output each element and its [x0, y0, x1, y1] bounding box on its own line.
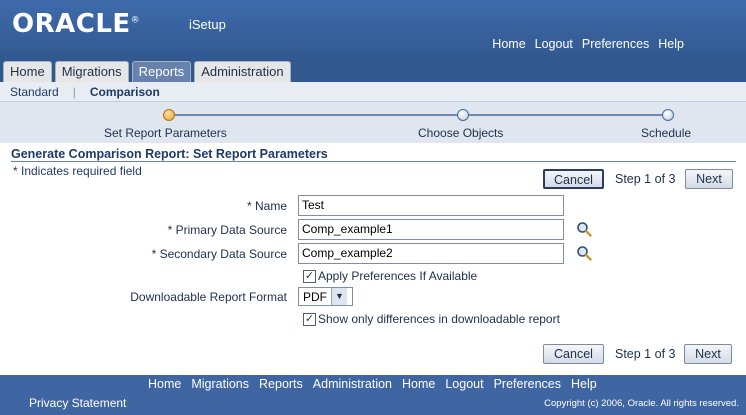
global-link-preferences[interactable]: Preferences [582, 37, 649, 51]
differences-only-checkbox[interactable]: ✓ [303, 312, 316, 326]
search-icon[interactable] [576, 221, 592, 237]
name-input[interactable]: Test [298, 195, 564, 216]
secondary-data-source-label: * Secondary Data Source [151, 247, 287, 261]
privacy-statement-link[interactable]: Privacy Statement [29, 396, 126, 410]
cancel-button-top[interactable]: Cancel [543, 169, 604, 189]
main-tabs: Home Migrations Reports Administration [3, 61, 291, 83]
step-indicator-top: Step 1 of 3 [615, 172, 676, 186]
oracle-logo: ORACLE® [12, 9, 141, 39]
primary-data-source-input[interactable]: Comp_example1 [298, 219, 564, 240]
train-label-choose-objects[interactable]: Choose Objects [418, 126, 503, 140]
report-format-label: Downloadable Report Format [130, 290, 287, 304]
subtab-separator: | [72, 84, 76, 99]
tab-home[interactable]: Home [3, 61, 52, 82]
app-header: ORACLE® iSetup Home Logout Preferences H… [0, 0, 746, 62]
global-link-help[interactable]: Help [658, 37, 684, 51]
footer-link-home-2[interactable]: Home [402, 377, 435, 391]
footer-links: Home Migrations Reports Administration H… [148, 377, 597, 391]
global-link-logout[interactable]: Logout [535, 37, 573, 51]
train-label-set-report-parameters: Set Report Parameters [104, 126, 227, 140]
apply-preferences-row: ✓ Apply Preferences If Available [303, 269, 477, 283]
cancel-button-bottom[interactable]: Cancel [543, 344, 604, 364]
product-name: iSetup [189, 17, 226, 32]
differences-only-row: ✓ Show only differences in downloadable … [303, 312, 560, 326]
differences-only-label: Show only differences in downloadable re… [318, 312, 560, 326]
primary-data-source-label: * Primary Data Source [167, 223, 287, 237]
footer-link-reports[interactable]: Reports [259, 377, 303, 391]
report-format-select[interactable]: PDF ▼ [298, 287, 353, 306]
train-label-schedule[interactable]: Schedule [641, 126, 691, 140]
footer-link-migrations[interactable]: Migrations [191, 377, 249, 391]
footer-link-help[interactable]: Help [571, 377, 597, 391]
subtab-standard[interactable]: Standard [10, 85, 59, 99]
progress-train: Set Report Parameters Choose Objects Sch… [0, 102, 746, 143]
apply-preferences-label: Apply Preferences If Available [318, 269, 478, 283]
subtab-comparison[interactable]: Comparison [90, 85, 160, 99]
subtab-bar: Standard | Comparison [0, 82, 746, 102]
train-stop-choose-objects[interactable] [457, 109, 469, 121]
footer-link-home[interactable]: Home [148, 377, 181, 391]
footer-link-administration[interactable]: Administration [313, 377, 392, 391]
tab-administration[interactable]: Administration [194, 61, 291, 82]
train-stop-schedule[interactable] [662, 109, 674, 121]
name-label: * Name [246, 199, 287, 213]
next-button-top[interactable]: Next [685, 169, 733, 189]
step-indicator-bottom: Step 1 of 3 [615, 347, 676, 361]
chevron-down-icon[interactable]: ▼ [331, 288, 347, 305]
tab-migrations[interactable]: Migrations [54, 61, 129, 82]
page-title: Generate Comparison Report: Set Report P… [11, 147, 328, 161]
secondary-data-source-input[interactable]: Comp_example2 [298, 243, 564, 264]
copyright-text: Copyright (c) 2006, Oracle. All rights r… [544, 398, 739, 409]
train-stop-set-report-parameters [163, 109, 175, 121]
train-line [169, 114, 668, 116]
report-format-value: PDF [303, 289, 327, 304]
footer-link-preferences[interactable]: Preferences [494, 377, 561, 391]
footer-link-logout[interactable]: Logout [445, 377, 483, 391]
next-button-bottom[interactable]: Next [684, 344, 732, 364]
global-link-home[interactable]: Home [492, 37, 525, 51]
required-field-note: * Indicates required field [13, 164, 142, 178]
global-links: Home Logout Preferences Help [492, 37, 684, 51]
search-icon[interactable] [576, 245, 592, 261]
tab-reports[interactable]: Reports [131, 61, 192, 83]
apply-preferences-checkbox[interactable]: ✓ [303, 269, 316, 283]
title-divider [11, 161, 736, 162]
